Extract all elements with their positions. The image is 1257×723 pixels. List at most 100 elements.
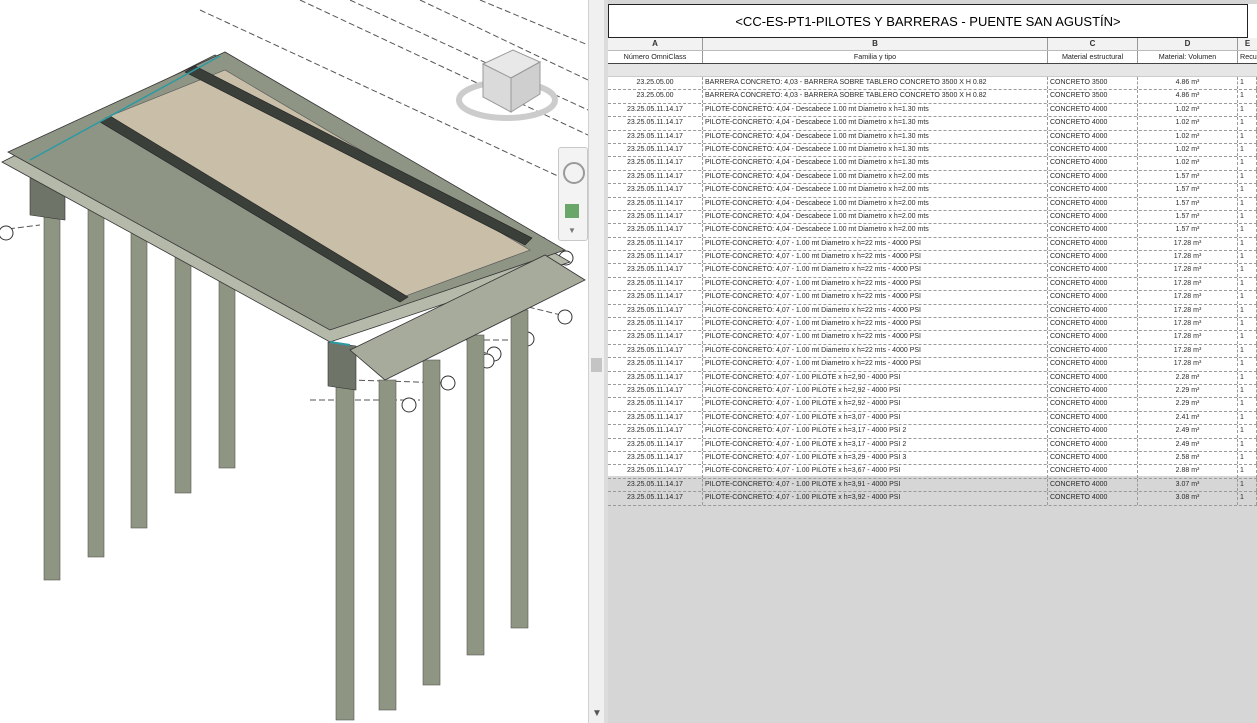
family-type-cell[interactable]: PILOTE-CONCRETO: 4,07 - 1.00 PILOTE x h=… — [703, 438, 1048, 451]
family-type-cell[interactable]: PILOTE-CONCRETO: 4,07 - 1.00 PILOTE x h=… — [703, 478, 1048, 492]
material-cell[interactable]: CONCRETO 4000 — [1048, 170, 1138, 184]
omniclass-cell[interactable]: 23.25.05.11.14.17 — [608, 251, 703, 264]
material-cell[interactable]: CONCRETO 4000 — [1048, 318, 1138, 331]
column-letter-d[interactable]: D — [1138, 38, 1238, 50]
recu-cell[interactable]: 1 — [1238, 344, 1257, 358]
omniclass-cell[interactable]: 23.25.05.11.14.17 — [608, 210, 703, 224]
table-row[interactable]: 23.25.05.11.14.17 PILOTE-CONCRETO: 4,07 -… — [608, 318, 1257, 332]
omniclass-cell[interactable]: 23.25.05.11.14.17 — [608, 184, 703, 197]
table-row[interactable]: 23.25.05.11.14.17 PILOTE-CONCRETO: 4,07 -… — [608, 438, 1257, 452]
volume-cell[interactable]: 2.49 m³ — [1138, 425, 1238, 438]
omniclass-cell[interactable]: 23.25.05.11.14.17 — [608, 264, 703, 277]
column-header-omniclass[interactable]: Número OmniClass — [608, 51, 703, 63]
family-type-cell[interactable]: PILOTE-CONCRETO: 4,07 - 1.00 PILOTE x h=… — [703, 451, 1048, 465]
recu-cell[interactable]: 1 — [1238, 251, 1257, 264]
volume-cell[interactable]: 4.86 m³ — [1138, 90, 1238, 103]
omniclass-cell[interactable]: 23.25.05.11.14.17 — [608, 237, 703, 251]
omniclass-cell[interactable]: 23.25.05.11.14.17 — [608, 130, 703, 143]
family-type-cell[interactable]: PILOTE-CONCRETO: 4,04 - Descabece 1.00 m… — [703, 197, 1048, 210]
volume-cell[interactable]: 1.57 m³ — [1138, 210, 1238, 224]
recu-cell[interactable]: 1 — [1238, 425, 1257, 438]
recu-cell[interactable]: 1 — [1238, 371, 1257, 384]
volume-cell[interactable]: 2.49 m³ — [1138, 438, 1238, 451]
table-row[interactable]: 23.25.05.11.14.17 PILOTE-CONCRETO: 4,07 -… — [608, 304, 1257, 319]
volume-cell[interactable]: 1.57 m³ — [1138, 184, 1238, 197]
volume-cell[interactable]: 1.02 m³ — [1138, 157, 1238, 170]
omniclass-cell[interactable]: 23.25.05.11.14.17 — [608, 398, 703, 411]
column-header-volume[interactable]: Material: Volumen — [1138, 51, 1238, 63]
family-type-cell[interactable]: PILOTE-CONCRETO: 4,07 - 1.00 PILOTE x h=… — [703, 492, 1048, 505]
omniclass-cell[interactable]: 23.25.05.11.14.17 — [608, 465, 703, 478]
table-row[interactable]: 23.25.05.11.14.17 PILOTE-CONCRETO: 4,04 -… — [608, 117, 1257, 131]
volume-cell[interactable]: 4.86 m³ — [1138, 77, 1238, 90]
family-type-cell[interactable]: PILOTE-CONCRETO: 4,07 - 1.00 mt Diametro… — [703, 304, 1048, 318]
viewcube-icon[interactable] — [455, 42, 565, 132]
volume-cell[interactable]: 17.28 m³ — [1138, 358, 1238, 371]
volume-cell[interactable]: 2.28 m³ — [1138, 371, 1238, 384]
recu-cell[interactable]: 1 — [1238, 264, 1257, 277]
table-row[interactable]: 23.25.05.11.14.17 PILOTE-CONCRETO: 4,07 -… — [608, 384, 1257, 399]
recu-cell[interactable]: 1 — [1238, 237, 1257, 251]
volume-cell[interactable]: 17.28 m³ — [1138, 237, 1238, 251]
omniclass-cell[interactable]: 23.25.05.11.14.17 — [608, 197, 703, 210]
table-row[interactable]: 23.25.05.11.14.17 PILOTE-CONCRETO: 4,04 -… — [608, 130, 1257, 144]
material-cell[interactable]: CONCRETO 4000 — [1048, 224, 1138, 237]
family-type-cell[interactable]: PILOTE-CONCRETO: 4,07 - 1.00 PILOTE x h=… — [703, 465, 1048, 478]
material-cell[interactable]: CONCRETO 4000 — [1048, 117, 1138, 130]
recu-cell[interactable]: 1 — [1238, 492, 1257, 505]
recu-cell[interactable]: 1 — [1238, 170, 1257, 184]
omniclass-cell[interactable]: 23.25.05.11.14.17 — [608, 143, 703, 157]
material-cell[interactable]: CONCRETO 4000 — [1048, 465, 1138, 478]
3d-view[interactable]: ▼ — [0, 0, 588, 723]
omniclass-cell[interactable]: 23.25.05.11.14.17 — [608, 304, 703, 318]
recu-cell[interactable]: 1 — [1238, 277, 1257, 291]
recu-cell[interactable]: 1 — [1238, 384, 1257, 398]
material-cell[interactable]: CONCRETO 4000 — [1048, 157, 1138, 170]
column-letter-c[interactable]: C — [1048, 38, 1138, 50]
volume-cell[interactable]: 17.28 m³ — [1138, 264, 1238, 277]
table-row[interactable]: 23.25.05.11.14.17 PILOTE-CONCRETO: 4,07 -… — [608, 451, 1257, 466]
table-row[interactable]: 23.25.05.11.14.17 PILOTE-CONCRETO: 4,07 -… — [608, 331, 1257, 345]
material-cell[interactable]: CONCRETO 4000 — [1048, 492, 1138, 505]
family-type-cell[interactable]: PILOTE-CONCRETO: 4,07 - 1.00 mt Diametro… — [703, 264, 1048, 277]
material-cell[interactable]: CONCRETO 4000 — [1048, 291, 1138, 304]
recu-cell[interactable]: 1 — [1238, 291, 1257, 304]
volume-cell[interactable]: 3.07 m³ — [1138, 478, 1238, 492]
recu-cell[interactable]: 1 — [1238, 398, 1257, 411]
recu-cell[interactable]: 1 — [1238, 103, 1257, 117]
recu-cell[interactable]: 1 — [1238, 358, 1257, 371]
material-cell[interactable]: CONCRETO 4000 — [1048, 358, 1138, 371]
recu-cell[interactable]: 1 — [1238, 157, 1257, 170]
material-cell[interactable]: CONCRETO 4000 — [1048, 411, 1138, 425]
material-cell[interactable]: CONCRETO 4000 — [1048, 197, 1138, 210]
expand-arrow-icon[interactable]: ▼ — [568, 226, 576, 235]
family-type-cell[interactable]: PILOTE-CONCRETO: 4,04 - Descabece 1.00 m… — [703, 117, 1048, 130]
family-type-cell[interactable]: PILOTE-CONCRETO: 4,04 - Descabece 1.00 m… — [703, 103, 1048, 117]
volume-cell[interactable]: 17.28 m³ — [1138, 318, 1238, 331]
volume-cell[interactable]: 2.29 m³ — [1138, 398, 1238, 411]
recu-cell[interactable]: 1 — [1238, 117, 1257, 130]
recu-cell[interactable]: 1 — [1238, 478, 1257, 492]
table-row[interactable]: 23.25.05.11.14.17 PILOTE-CONCRETO: 4,07 -… — [608, 291, 1257, 305]
omniclass-cell[interactable]: 23.25.05.11.14.17 — [608, 224, 703, 237]
volume-cell[interactable]: 1.02 m³ — [1138, 117, 1238, 130]
recu-cell[interactable]: 1 — [1238, 331, 1257, 344]
family-type-cell[interactable]: PILOTE-CONCRETO: 4,04 - Descabece 1.00 m… — [703, 157, 1048, 170]
table-row[interactable]: 23.25.05.11.14.17 PILOTE-CONCRETO: 4,07 -… — [608, 465, 1257, 479]
family-type-cell[interactable]: PILOTE-CONCRETO: 4,07 - 1.00 PILOTE x h=… — [703, 425, 1048, 438]
recu-cell[interactable]: 1 — [1238, 143, 1257, 157]
material-cell[interactable]: CONCRETO 4000 — [1048, 304, 1138, 318]
table-row[interactable]: 23.25.05.11.14.17 PILOTE-CONCRETO: 4,04 -… — [608, 170, 1257, 185]
navigation-bar[interactable]: ▼ — [558, 147, 588, 241]
volume-cell[interactable]: 17.28 m³ — [1138, 331, 1238, 344]
table-row[interactable]: 23.25.05.11.14.17 PILOTE-CONCRETO: 4,04 -… — [608, 197, 1257, 211]
omniclass-cell[interactable]: 23.25.05.11.14.17 — [608, 411, 703, 425]
column-letter-a[interactable]: A — [608, 38, 703, 50]
family-type-cell[interactable]: BARRERA CONCRETO: 4,03 - BARRERA SOBRE T… — [703, 90, 1048, 103]
recu-cell[interactable]: 1 — [1238, 465, 1257, 478]
vertical-scrollbar[interactable]: ▼ — [588, 0, 605, 723]
table-row[interactable]: 23.25.05.00 BARRERA CONCRETO: 4,03 - BARR… — [608, 77, 1257, 91]
table-row[interactable]: 23.25.05.11.14.17 PILOTE-CONCRETO: 4,04 -… — [608, 103, 1257, 118]
table-row[interactable]: 23.25.05.11.14.17 PILOTE-CONCRETO: 4,07 -… — [608, 398, 1257, 412]
omniclass-cell[interactable]: 23.25.05.11.14.17 — [608, 117, 703, 130]
